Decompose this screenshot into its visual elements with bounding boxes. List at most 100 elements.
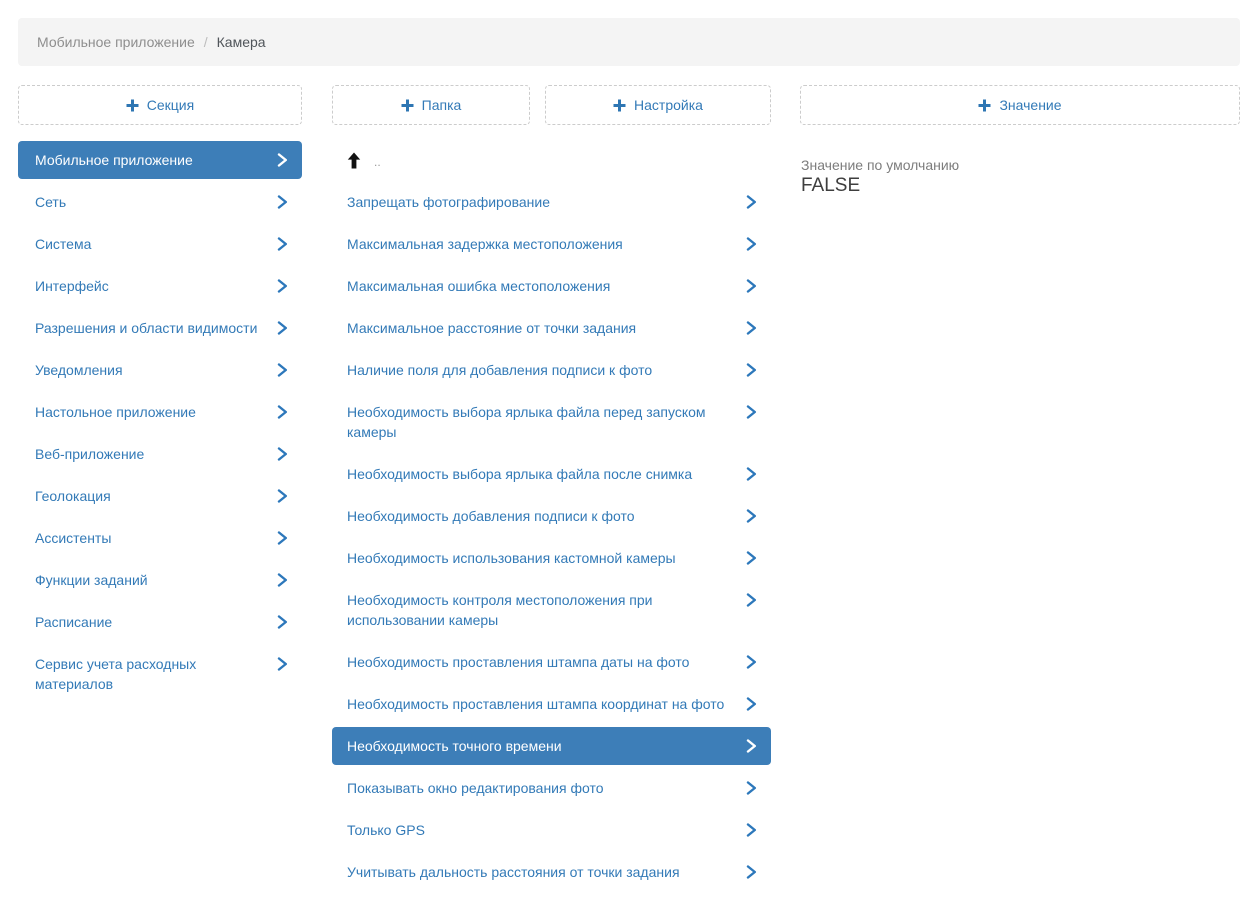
- sections-nav: Мобильное приложение Сеть Систем: [18, 141, 302, 703]
- setting-item-label: Учитывать дальность расстояния от точки …: [347, 864, 680, 880]
- chevron-right-icon: [277, 279, 288, 293]
- sidebar-item[interactable]: Настольное приложение: [18, 393, 302, 431]
- setting-item[interactable]: Необходимость выбора ярлыка файла после …: [332, 455, 771, 493]
- sidebar-item[interactable]: Мобильное приложение: [18, 141, 302, 179]
- sidebar-item[interactable]: Расписание: [18, 603, 302, 641]
- plus-icon: [401, 99, 414, 112]
- chevron-right-icon: [746, 195, 757, 209]
- add-value-button[interactable]: Значение: [800, 85, 1240, 125]
- settings-page: Мобильное приложение / Камера Секция Моб…: [0, 0, 1259, 895]
- default-value-text: FALSE: [801, 174, 1240, 198]
- chevron-right-icon: [277, 153, 288, 167]
- go-up-item[interactable]: ..: [332, 148, 771, 172]
- sidebar-item-label: Сеть: [35, 194, 66, 210]
- chevron-right-icon: [746, 363, 757, 377]
- sidebar-item-label: Разрешения и области видимости: [35, 320, 257, 336]
- sidebar-item-label: Система: [35, 236, 91, 252]
- add-folder-label: Папка: [422, 97, 462, 113]
- setting-item-label: Необходимость добавления подписи к фото: [347, 508, 634, 524]
- chevron-right-icon: [277, 405, 288, 419]
- add-setting-label: Настройка: [634, 97, 703, 113]
- sidebar-item[interactable]: Геолокация: [18, 477, 302, 515]
- sidebar-item[interactable]: Сеть: [18, 183, 302, 221]
- chevron-right-icon: [746, 865, 757, 879]
- sidebar-item[interactable]: Ассистенты: [18, 519, 302, 557]
- sidebar-item-label: Интерфейс: [35, 278, 109, 294]
- setting-item-label: Только GPS: [347, 822, 425, 838]
- go-up-label: ..: [374, 156, 381, 168]
- chevron-right-icon: [277, 615, 288, 629]
- setting-item[interactable]: Необходимость использования кастомной ка…: [332, 539, 771, 577]
- sidebar-item-label: Уведомления: [35, 362, 123, 378]
- sidebar-item[interactable]: Разрешения и области видимости: [18, 309, 302, 347]
- chevron-right-icon: [277, 657, 288, 671]
- setting-item-label: Необходимость выбора ярлыка файла после …: [347, 466, 692, 482]
- chevron-right-icon: [277, 237, 288, 251]
- sidebar-item-label: Сервис учета расходных материалов: [35, 656, 196, 692]
- setting-item-label: Необходимость контроля местоположения пр…: [347, 592, 653, 628]
- chevron-right-icon: [746, 279, 757, 293]
- chevron-right-icon: [746, 781, 757, 795]
- plus-icon: [978, 99, 991, 112]
- setting-item[interactable]: Показывать окно редактирования фото: [332, 769, 771, 807]
- chevron-right-icon: [746, 697, 757, 711]
- chevron-right-icon: [277, 363, 288, 377]
- setting-item[interactable]: Наличие поля для добавления подписи к фо…: [332, 351, 771, 389]
- breadcrumb: Мобильное приложение / Камера: [18, 18, 1240, 66]
- sidebar-item[interactable]: Уведомления: [18, 351, 302, 389]
- setting-item[interactable]: Необходимость точного времени: [332, 727, 771, 765]
- sidebar-item[interactable]: Интерфейс: [18, 267, 302, 305]
- add-folder-button[interactable]: Папка: [332, 85, 530, 125]
- setting-item[interactable]: Необходимость проставления штампа даты н…: [332, 643, 771, 681]
- setting-item[interactable]: Необходимость проставления штампа коорди…: [332, 685, 771, 723]
- add-setting-button[interactable]: Настройка: [545, 85, 771, 125]
- sections-column: Секция Мобильное приложение Сеть: [18, 85, 302, 895]
- chevron-right-icon: [746, 509, 757, 523]
- chevron-right-icon: [277, 573, 288, 587]
- chevron-right-icon: [746, 593, 757, 607]
- setting-item[interactable]: Максимальная ошибка местоположения: [332, 267, 771, 305]
- setting-item[interactable]: Максимальное расстояние от точки задания: [332, 309, 771, 347]
- arrow-up-icon: [347, 152, 361, 169]
- chevron-right-icon: [746, 467, 757, 481]
- setting-item[interactable]: Только GPS: [332, 811, 771, 849]
- sidebar-item[interactable]: Функции заданий: [18, 561, 302, 599]
- settings-list: Запрещать фотографирование Максимальная …: [332, 183, 771, 891]
- plus-icon: [126, 99, 139, 112]
- setting-item-label: Необходимость проставления штампа коорди…: [347, 696, 724, 712]
- chevron-right-icon: [746, 237, 757, 251]
- settings-column: Папка Настройка ..: [332, 85, 771, 895]
- setting-item-label: Необходимость точного времени: [347, 738, 562, 754]
- add-section-button[interactable]: Секция: [18, 85, 302, 125]
- sidebar-item[interactable]: Сервис учета расходных материалов: [18, 645, 302, 703]
- chevron-right-icon: [746, 655, 757, 669]
- setting-item[interactable]: Необходимость контроля местоположения пр…: [332, 581, 771, 639]
- setting-item[interactable]: Учитывать дальность расстояния от точки …: [332, 853, 771, 891]
- chevron-right-icon: [746, 321, 757, 335]
- sidebar-item[interactable]: Система: [18, 225, 302, 263]
- chevron-right-icon: [746, 739, 757, 753]
- plus-icon: [613, 99, 626, 112]
- sidebar-item[interactable]: Веб-приложение: [18, 435, 302, 473]
- sidebar-item-label: Мобильное приложение: [35, 152, 193, 168]
- chevron-right-icon: [277, 531, 288, 545]
- chevron-right-icon: [277, 321, 288, 335]
- breadcrumb-separator: /: [204, 34, 208, 50]
- sidebar-item-label: Веб-приложение: [35, 446, 144, 462]
- chevron-right-icon: [277, 195, 288, 209]
- setting-item[interactable]: Необходимость выбора ярлыка файла перед …: [332, 393, 771, 451]
- setting-item-label: Максимальная ошибка местоположения: [347, 278, 610, 294]
- setting-item[interactable]: Запрещать фотографирование: [332, 183, 771, 221]
- setting-item[interactable]: Максимальная задержка местоположения: [332, 225, 771, 263]
- setting-item-label: Необходимость проставления штампа даты н…: [347, 654, 689, 670]
- breadcrumb-current: Камера: [217, 34, 266, 50]
- setting-item-label: Необходимость использования кастомной ка…: [347, 550, 676, 566]
- setting-item-label: Показывать окно редактирования фото: [347, 780, 604, 796]
- setting-item[interactable]: Необходимость добавления подписи к фото: [332, 497, 771, 535]
- breadcrumb-parent-link[interactable]: Мобильное приложение: [37, 34, 195, 50]
- sidebar-item-label: Расписание: [35, 614, 112, 630]
- chevron-right-icon: [277, 447, 288, 461]
- values-column: Значение Значение по умолчанию FALSE: [800, 85, 1240, 895]
- chevron-right-icon: [277, 489, 288, 503]
- sidebar-item-label: Настольное приложение: [35, 404, 196, 420]
